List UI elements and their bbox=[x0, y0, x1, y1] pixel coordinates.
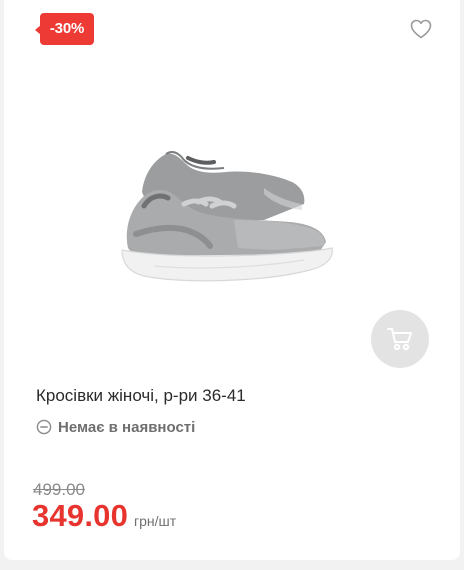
current-price: 349.00 bbox=[32, 498, 129, 533]
discount-badge: -30% bbox=[35, 13, 94, 45]
product-image[interactable] bbox=[114, 130, 344, 300]
add-to-cart-button[interactable] bbox=[371, 310, 429, 368]
availability-status: Немає в наявності bbox=[36, 417, 195, 437]
price-row: 349.00 грн/шт bbox=[32, 498, 176, 534]
cart-icon bbox=[387, 328, 412, 351]
availability-text: Немає в наявності bbox=[58, 418, 196, 436]
heart-outline-icon bbox=[410, 19, 432, 39]
minus-circle-icon bbox=[36, 419, 52, 435]
price-unit: грн/шт bbox=[134, 513, 177, 529]
product-title[interactable]: Кросівки жіночі, р-ри 36-41 bbox=[36, 386, 246, 406]
old-price: 499.00 bbox=[33, 480, 85, 499]
wishlist-button[interactable] bbox=[408, 16, 434, 42]
product-card: -30% Кросівки жіночі, р-ри 36-41 Немає в… bbox=[4, 0, 460, 560]
